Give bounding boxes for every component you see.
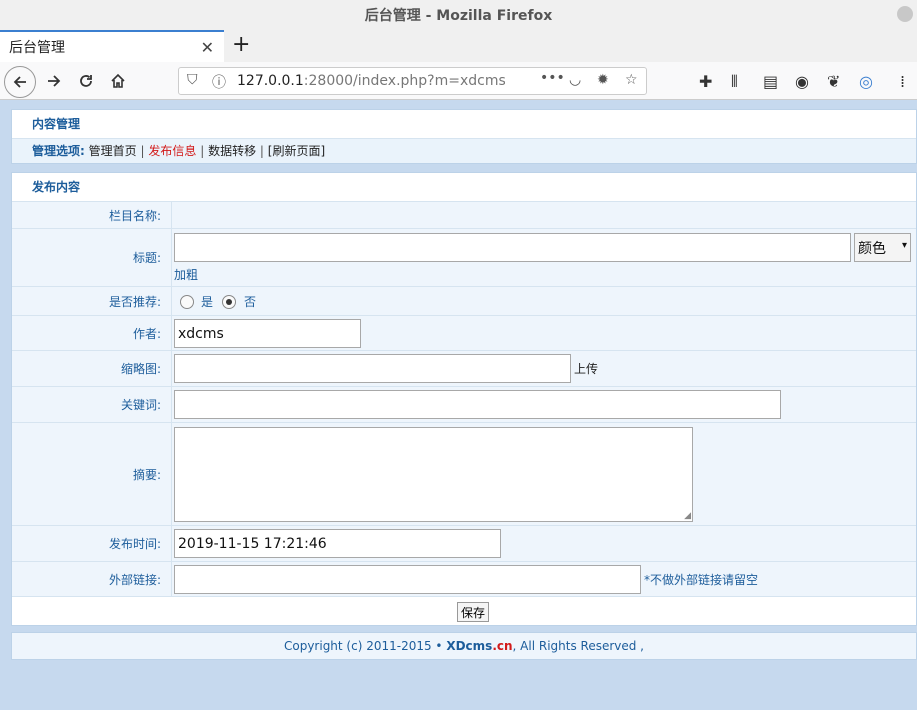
link-admin-home[interactable]: 管理首页 [89,144,137,158]
publish-form-panel: 发布内容 栏目名称: 标题: 颜色 ▾ 加粗 是否推荐: 是 否 作者: xdc… [11,172,917,626]
pocket-icon[interactable]: ◡ [569,72,581,88]
options-label: 管理选项: [32,144,85,158]
sidebar-icon[interactable]: ▤ [763,72,778,91]
row-author: 作者: xdcms [12,315,916,350]
footer-brand-cn[interactable]: .cn [492,639,512,653]
home-icon [111,73,125,88]
tab-admin[interactable]: 后台管理 ✕ [0,30,224,62]
author-input[interactable]: xdcms [174,319,361,348]
footer-rights: , All Rights Reserved , [512,639,644,653]
keywords-label: 关键词: [12,387,172,422]
row-thumbnail: 缩略图: 上传 [12,350,916,386]
recommend-no-label: 否 [244,295,257,309]
row-external-link: 外部链接: *不做外部链接请留空 [12,561,916,596]
footer-brand[interactable]: XDcms [446,639,492,653]
thumbnail-input[interactable] [174,354,571,383]
page-actions-icon[interactable]: ••• [540,70,565,86]
bold-label[interactable]: 加粗 [174,266,198,283]
account-icon[interactable]: ◉ [795,72,809,91]
reload-button[interactable] [72,67,100,95]
resize-handle-icon[interactable]: ◢ [684,511,691,521]
chevron-down-icon: ▾ [901,240,907,251]
content-management-panel: 内容管理 管理选项: 管理首页 | 发布信息 | 数据转移 | [刷新页面] [11,109,917,164]
circle-extension-icon[interactable]: ◎ [859,72,873,91]
forward-arrow-icon [48,75,61,87]
row-save: 保存 [12,596,916,625]
url-host: 127.0.0.1 [237,73,304,89]
title-input[interactable] [174,233,851,262]
save-button[interactable]: 保存 [457,602,489,622]
tab-strip: 后台管理 ✕ + [0,30,917,62]
row-category: 栏目名称: [12,201,916,228]
external-link-label: 外部链接: [12,562,172,596]
upload-link[interactable]: 上传 [574,360,598,377]
title-label: 标题: [12,229,172,286]
link-publish-info[interactable]: 发布信息 [148,144,196,158]
page-footer: Copyright (c) 2011-2015 • XDcms.cn, All … [11,632,917,660]
row-title: 标题: 颜色 ▾ 加粗 [12,228,916,286]
back-button[interactable] [4,66,36,98]
color-select-value: 颜色 [858,240,886,257]
recommend-yes-label: 是 [201,295,214,309]
shield-icon[interactable]: ⛉ [187,72,198,88]
gnome-foot-icon[interactable]: ❦ [827,72,840,91]
publish-time-input[interactable]: 2019-11-15 17:21:46 [174,529,501,558]
window-titlebar: 后台管理 - Mozilla Firefox [0,0,917,30]
info-icon[interactable]: ⓘ [212,72,226,92]
separator: | [200,144,205,158]
external-link-input[interactable] [174,565,641,594]
page-content: 内容管理 管理选项: 管理首页 | 发布信息 | 数据转移 | [刷新页面] 发… [0,100,917,710]
navigation-bar: ⛉ ⓘ 127.0.0.1:28000/index.php?m=xdcms&c … [0,62,917,100]
footer-copyright: Copyright (c) 2011-2015 • [283,639,447,653]
window-title: 后台管理 - Mozilla Firefox [364,8,553,24]
new-tab-button[interactable]: + [232,32,250,57]
refresh-label: 刷新页面 [272,144,321,158]
window-close-button[interactable] [897,6,913,22]
thumbnail-label: 缩略图: [12,351,172,386]
extensions-puzzle-icon[interactable]: ✚ [699,72,712,91]
row-keywords: 关键词: [12,386,916,422]
separator: | [259,144,264,158]
library-icon[interactable]: ⫴ [731,72,738,92]
publish-time-label: 发布时间: [12,526,172,561]
extension-bug-icon[interactable]: ✹ [597,72,609,88]
bookmark-star-icon[interactable]: ☆ [625,72,638,88]
home-button[interactable] [104,67,132,95]
row-summary: 摘要: ◢ [12,422,916,525]
category-label: 栏目名称: [12,202,172,228]
color-select[interactable]: 颜色 ▾ [854,233,911,262]
recommend-label: 是否推荐: [12,287,172,315]
author-label: 作者: [12,316,172,350]
panel-title: 内容管理 [12,110,916,138]
url-text[interactable]: 127.0.0.1:28000/index.php?m=xdcms&c [237,73,505,89]
recommend-yes-radio[interactable] [180,295,194,309]
back-arrow-icon [13,76,26,88]
url-bar[interactable]: ⛉ ⓘ 127.0.0.1:28000/index.php?m=xdcms&c … [178,67,647,95]
forward-button[interactable] [40,67,68,95]
form-section-title: 发布内容 [12,173,916,201]
tab-close-icon[interactable]: ✕ [201,38,214,57]
row-recommend: 是否推荐: 是 否 [12,286,916,315]
link-data-transfer[interactable]: 数据转移 [208,144,256,158]
url-path: :28000/index.php?m=xdcms&c [303,73,505,89]
tab-label: 后台管理 [9,40,65,56]
recommend-no-radio[interactable] [222,295,236,309]
link-refresh-page[interactable]: [刷新页面] [268,144,325,158]
external-link-hint: *不做外部链接请留空 [644,573,759,587]
summary-label: 摘要: [12,423,172,525]
keywords-input[interactable] [174,390,781,419]
row-publish-time: 发布时间: 2019-11-15 17:21:46 [12,525,916,561]
reload-icon [80,75,92,87]
summary-textarea[interactable]: ◢ [174,427,693,522]
overflow-menu-icon[interactable]: ⁞ [900,72,905,91]
management-options: 管理选项: 管理首页 | 发布信息 | 数据转移 | [刷新页面] [12,138,916,163]
separator: | [140,144,145,158]
